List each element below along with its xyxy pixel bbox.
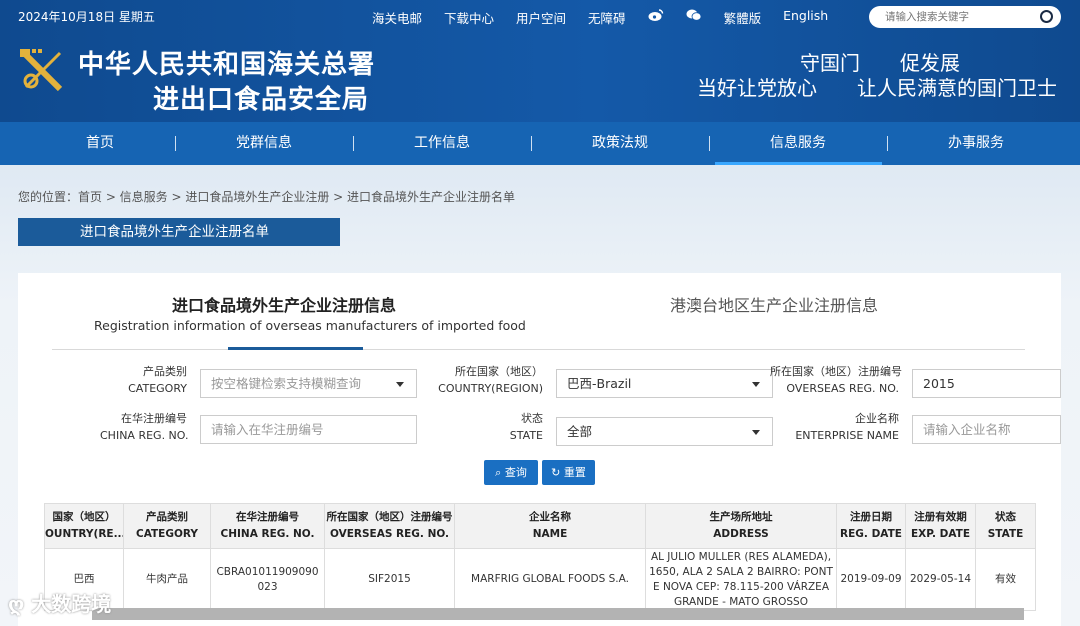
nav-separator — [709, 136, 710, 151]
col-name[interactable]: 企业名称 NAME — [454, 503, 646, 549]
slogan-line2: 当好让党放心 让人民满意的国门卫士 — [697, 76, 1057, 100]
weibo-icon[interactable] — [648, 8, 664, 22]
cell-state: 有效 — [975, 548, 1036, 611]
country-select[interactable]: 巴西-Brazil — [556, 369, 773, 398]
top-link-accessibility[interactable]: 无障碍 — [588, 8, 626, 27]
overseas-reg-label: 所在国家（地区）注册编号 OVERSEAS REG. NO. — [770, 365, 902, 395]
chevron-down-icon — [396, 382, 404, 387]
main-nav: 首页 党群信息 工作信息 政策法规 信息服务 办事服务 — [0, 122, 1080, 165]
site-subtitle: 进出口食品安全局 — [153, 85, 370, 115]
nav-item-work[interactable]: 工作信息 — [382, 122, 502, 165]
tab-divider — [52, 349, 1025, 350]
wechat-icon[interactable] — [686, 8, 702, 22]
cell-overseas-reg: SIF2015 — [324, 548, 455, 611]
top-link-english[interactable]: English — [783, 8, 828, 27]
category-label: 产品类别 CATEGORY — [128, 365, 187, 395]
top-link-downloads[interactable]: 下载中心 — [444, 8, 494, 27]
col-address[interactable]: 生产场所地址 ADDRESS — [645, 503, 837, 549]
state-select[interactable]: 全部 — [556, 417, 773, 446]
enterprise-label: 企业名称 ENTERPRISE NAME — [795, 412, 899, 442]
horizontal-scrollbar[interactable] — [92, 608, 1024, 620]
china-reg-label: 在华注册编号 CHINA REG. NO. — [100, 412, 189, 442]
top-bar: 2024年10月18日 星期五 海关电邮 下载中心 用户空间 无障碍 繁體版 E… — [0, 0, 1080, 34]
col-reg-date[interactable]: 注册日期 REG. DATE — [836, 503, 906, 549]
tab-overseas-registration-subtitle[interactable]: Registration information of overseas man… — [94, 318, 526, 333]
reset-button[interactable]: ↻ 重置 — [542, 460, 595, 485]
category-select[interactable]: 按空格键检索支持模糊查询 — [200, 369, 417, 398]
cell-reg-date: 2019-09-09 — [836, 548, 906, 611]
search-input[interactable] — [885, 9, 1035, 25]
cell-name: MARFRIG GLOBAL FOODS S.A. — [454, 548, 646, 611]
customs-emblem-icon — [18, 45, 68, 95]
nav-item-policy[interactable]: 政策法规 — [560, 122, 680, 165]
cell-exp-date: 2029-05-14 — [905, 548, 976, 611]
top-link-email[interactable]: 海关电邮 — [372, 8, 422, 27]
tab-overseas-registration[interactable]: 进口食品境外生产企业注册信息 — [172, 292, 396, 316]
col-state[interactable]: 状态 STATE — [975, 503, 1036, 549]
overseas-reg-input[interactable]: 2015 — [912, 369, 1061, 398]
top-link-user-space[interactable]: 用户空间 — [516, 8, 566, 27]
col-country[interactable]: 国家（地区） OUNTRY(RE... — [44, 503, 124, 549]
chevron-down-icon — [752, 430, 760, 435]
tab-active-indicator — [228, 347, 363, 350]
nav-separator — [531, 136, 532, 151]
search-icon[interactable] — [1040, 10, 1053, 23]
chevron-down-icon — [752, 382, 760, 387]
enterprise-input[interactable]: 请输入企业名称 — [912, 415, 1061, 444]
nav-separator — [887, 136, 888, 151]
col-china-reg[interactable]: 在华注册编号 CHINA REG. NO. — [210, 503, 325, 549]
cell-china-reg: CBRA01011909090023 — [210, 548, 325, 611]
top-links: 海关电邮 下载中心 用户空间 无障碍 繁體版 English — [372, 8, 850, 27]
col-category[interactable]: 产品类别 CATEGORY — [123, 503, 211, 549]
cell-category: 牛肉产品 — [123, 548, 211, 611]
nav-separator — [353, 136, 354, 151]
china-reg-input[interactable]: 请输入在华注册编号 — [200, 415, 417, 444]
breadcrumb: 您的位置：首页 > 信息服务 > 进口食品境外生产企业注册 > 进口食品境外生产… — [18, 190, 516, 204]
col-exp-date[interactable]: 注册有效期 EXP. DATE — [905, 503, 976, 549]
state-label: 状态 STATE — [509, 412, 543, 442]
search-icon: ⌕ — [495, 466, 505, 479]
watermark: ღ 大数跨境 — [8, 592, 112, 616]
site-search — [869, 6, 1061, 28]
country-label: 所在国家（地区） COUNTRY(REGION) — [438, 365, 543, 395]
nav-item-info-service[interactable]: 信息服务 — [738, 122, 858, 165]
nav-separator — [175, 136, 176, 151]
watermark-logo-icon: ღ — [8, 592, 32, 616]
registration-table: 国家（地区） OUNTRY(RE... 产品类别 CATEGORY 在华注册编号 CH… — [44, 503, 1036, 611]
top-link-traditional[interactable]: 繁體版 — [724, 8, 762, 27]
col-overseas-reg[interactable]: 所在国家（地区）注册编号 OVERSEAS REG. NO. — [324, 503, 455, 549]
table-row[interactable]: 巴西 牛肉产品 CBRA01011909090023 SIF2015 MARFR… — [44, 548, 1036, 611]
table-header-row: 国家（地区） OUNTRY(RE... 产品类别 CATEGORY 在华注册编号 CH… — [44, 503, 1036, 549]
cell-address: AL JULIO MULLER (RES ALAMEDA), 1650, ALA… — [645, 548, 837, 611]
nav-item-party[interactable]: 党群信息 — [204, 122, 324, 165]
current-date: 2024年10月18日 星期五 — [18, 10, 155, 24]
nav-item-services[interactable]: 办事服务 — [916, 122, 1036, 165]
nav-item-home[interactable]: 首页 — [40, 122, 160, 165]
search-button[interactable]: ⌕ 查询 — [484, 460, 538, 485]
refresh-icon: ↻ — [551, 466, 564, 479]
site-title: 中华人民共和国海关总署 — [78, 50, 376, 80]
tab-hk-macao-taiwan[interactable]: 港澳台地区生产企业注册信息 — [670, 292, 878, 316]
section-title: 进口食品境外生产企业注册名单 — [18, 218, 340, 246]
